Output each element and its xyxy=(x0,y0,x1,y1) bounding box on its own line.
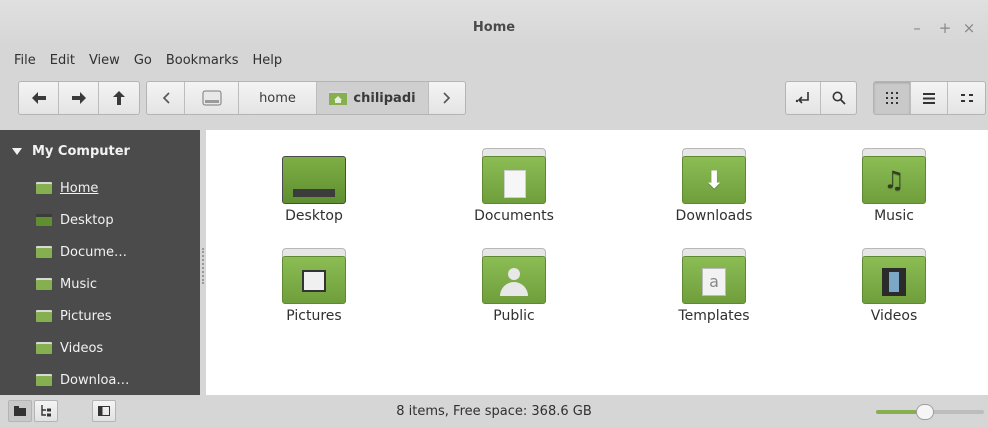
sidebar-item-label: Music xyxy=(60,276,97,292)
documents-folder-icon xyxy=(482,148,546,204)
sidebar-item-pictures[interactable]: Pictures xyxy=(36,304,111,328)
minimize-button[interactable]: – xyxy=(908,19,926,37)
search-button[interactable] xyxy=(821,82,856,114)
path-prev-button[interactable] xyxy=(147,82,185,114)
up-arrow-icon xyxy=(113,91,125,105)
music-folder-icon: ♫ xyxy=(862,148,926,204)
path-segment-chilipadi[interactable]: chilipadi xyxy=(317,82,429,114)
drive-icon xyxy=(202,90,221,106)
file-item-pictures[interactable]: Pictures xyxy=(254,248,374,324)
toolbar: home chilipadi xyxy=(0,78,988,124)
file-item-downloads[interactable]: ⬇ Downloads xyxy=(654,148,774,224)
icon-view-button[interactable] xyxy=(874,82,911,114)
videos-folder-icon xyxy=(862,248,926,304)
file-item-label: Public xyxy=(493,308,535,324)
sidebar-item-documents[interactable]: Docume… xyxy=(36,240,127,264)
menu-edit[interactable]: Edit xyxy=(43,50,82,72)
documents-folder-icon xyxy=(36,246,52,258)
path-bar: home chilipadi xyxy=(146,81,466,115)
file-manager-window: Home – + × File Edit View Go Bookmarks H… xyxy=(0,0,988,427)
sidebar-item-label: Docume… xyxy=(60,244,128,260)
search-icon xyxy=(832,91,846,105)
file-item-label: Music xyxy=(874,208,914,224)
window-title: Home xyxy=(472,20,516,35)
sidebar-item-home[interactable]: Home xyxy=(36,176,98,200)
file-item-label: Videos xyxy=(870,308,918,324)
file-view[interactable]: Desktop Documents ⬇ Downloads ♫ Music Pi… xyxy=(206,130,988,395)
sidebar-section-label: My Computer xyxy=(32,144,130,159)
file-item-label: Templates xyxy=(678,308,750,324)
downloads-folder-icon xyxy=(36,374,52,386)
path-root-button[interactable] xyxy=(185,82,239,114)
navigation-buttons xyxy=(18,81,140,115)
right-arrow-icon xyxy=(71,92,86,104)
list-icon xyxy=(923,92,935,104)
expander-down-icon xyxy=(12,147,22,155)
path-segment-home[interactable]: home xyxy=(239,82,317,114)
back-button[interactable] xyxy=(19,82,59,114)
toggle-location-button[interactable] xyxy=(786,82,821,114)
location-toggle-icon xyxy=(795,92,809,104)
pictures-folder-icon xyxy=(36,310,52,322)
desktop-icon xyxy=(36,214,52,226)
compact-list-icon xyxy=(960,93,973,102)
videos-folder-icon xyxy=(36,342,52,354)
list-view-button[interactable] xyxy=(911,82,948,114)
path-next-button[interactable] xyxy=(429,82,465,114)
path-segment-label: chilipadi xyxy=(353,90,416,106)
sidebar-section-my-computer[interactable]: My Computer xyxy=(12,144,130,159)
menu-file[interactable]: File xyxy=(0,50,43,72)
desktop-icon xyxy=(282,148,346,204)
file-item-videos[interactable]: Videos xyxy=(834,248,954,324)
status-bar: 8 items, Free space: 368.6 GB xyxy=(0,395,988,427)
file-item-music[interactable]: ♫ Music xyxy=(834,148,954,224)
status-text: 8 items, Free space: 368.6 GB xyxy=(396,404,592,419)
file-item-label: Desktop xyxy=(285,208,343,224)
menu-go[interactable]: Go xyxy=(127,50,159,72)
location-search-buttons xyxy=(785,81,857,115)
sidebar-item-label: Pictures xyxy=(60,308,112,324)
file-item-desktop[interactable]: Desktop xyxy=(254,148,374,224)
title-bar[interactable]: Home – + × xyxy=(0,0,988,46)
downloads-folder-icon: ⬇ xyxy=(682,148,746,204)
pictures-folder-icon xyxy=(282,248,346,304)
file-item-label: Pictures xyxy=(286,308,342,324)
view-mode-buttons xyxy=(873,81,986,115)
chevron-right-icon xyxy=(443,92,451,104)
home-folder-icon xyxy=(36,182,52,194)
sidebar-item-label: Downloa… xyxy=(60,372,130,388)
left-arrow-icon xyxy=(31,92,46,104)
sidebar-item-videos[interactable]: Videos xyxy=(36,336,103,360)
sidebar-item-desktop[interactable]: Desktop xyxy=(36,208,114,232)
menu-bar: File Edit View Go Bookmarks Help xyxy=(0,50,289,72)
menu-bookmarks[interactable]: Bookmarks xyxy=(159,50,246,72)
grid-icon xyxy=(886,92,898,104)
file-item-public[interactable]: Public xyxy=(454,248,574,324)
compact-view-button[interactable] xyxy=(948,82,985,114)
close-button[interactable]: × xyxy=(960,19,978,37)
menu-help[interactable]: Help xyxy=(245,50,289,72)
zoom-slider-handle[interactable] xyxy=(915,404,934,420)
forward-button[interactable] xyxy=(59,82,99,114)
sidebar-item-downloads[interactable]: Downloa… xyxy=(36,368,129,392)
file-item-documents[interactable]: Documents xyxy=(454,148,574,224)
sidebar-item-label: Desktop xyxy=(60,212,114,228)
sidebar-item-label: Home xyxy=(60,180,99,196)
chevron-left-icon xyxy=(162,92,170,104)
public-folder-icon xyxy=(482,248,546,304)
home-folder-icon xyxy=(329,91,348,105)
file-item-templates[interactable]: a Templates xyxy=(654,248,774,324)
up-button[interactable] xyxy=(99,82,139,114)
menu-view[interactable]: View xyxy=(82,50,127,72)
file-item-label: Documents xyxy=(474,208,554,224)
file-item-label: Downloads xyxy=(675,208,753,224)
maximize-button[interactable]: + xyxy=(936,19,954,37)
music-folder-icon xyxy=(36,278,52,290)
sidebar-item-label: Videos xyxy=(60,340,104,356)
templates-folder-icon: a xyxy=(682,248,746,304)
sidebar-item-music[interactable]: Music xyxy=(36,272,97,296)
sidebar: My Computer Home Desktop Docume… Music P… xyxy=(0,130,200,395)
